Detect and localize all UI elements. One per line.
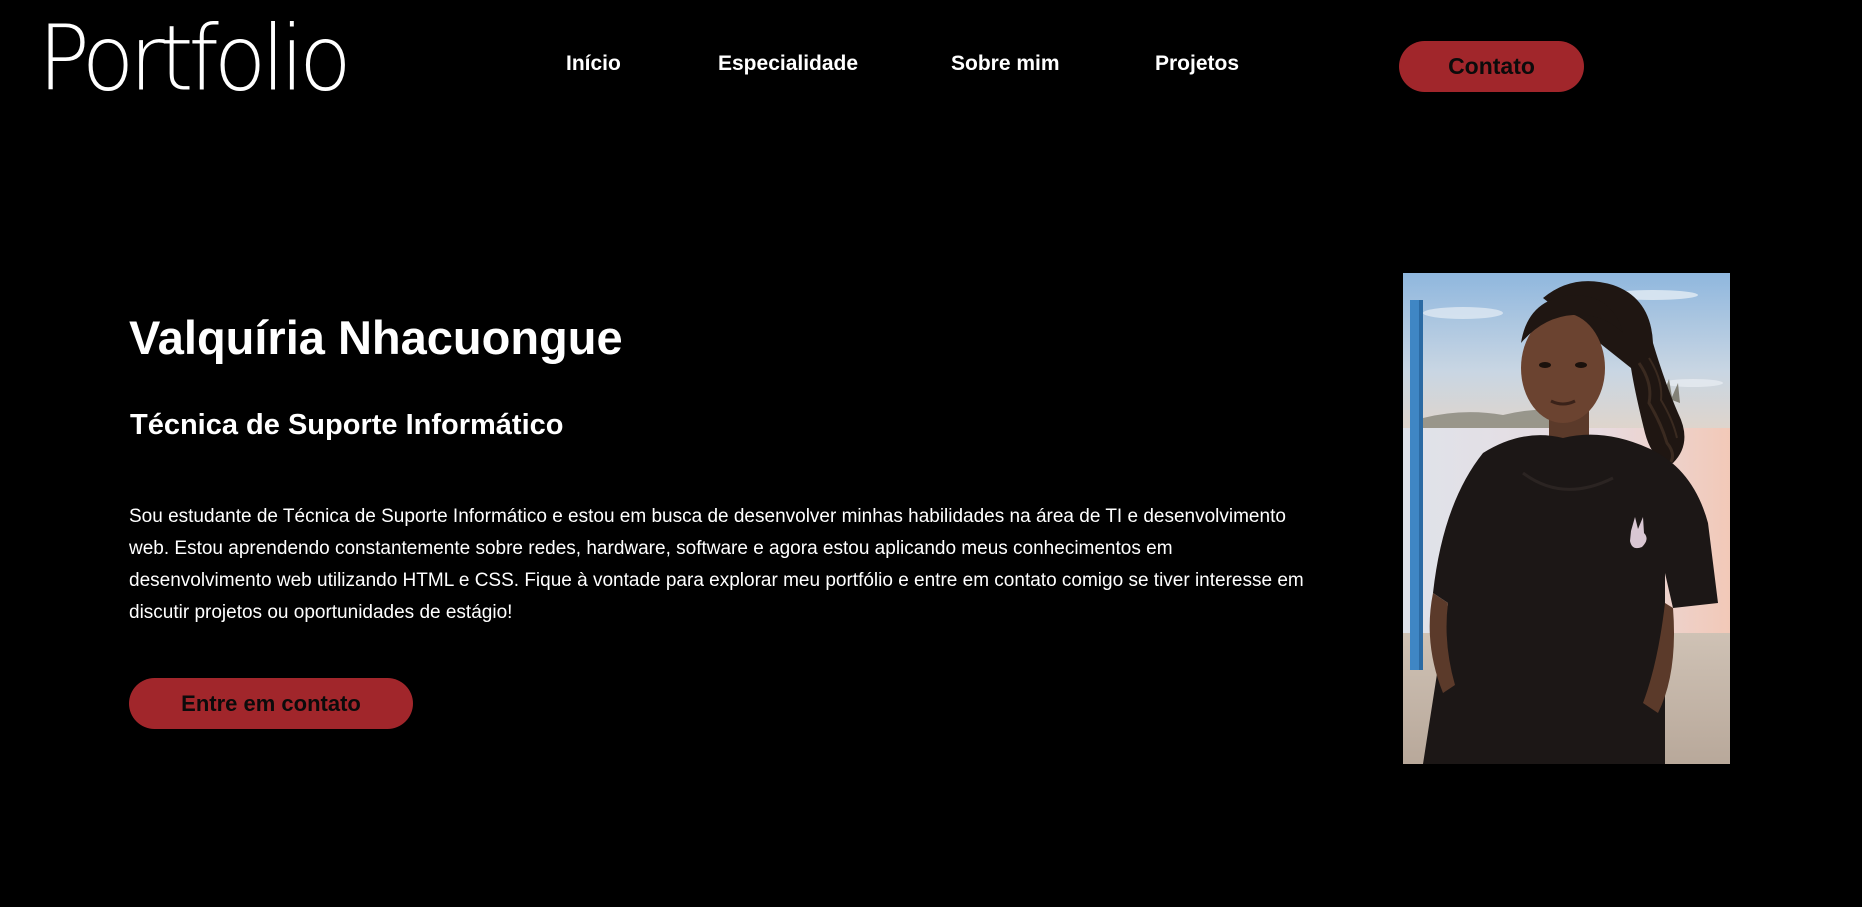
hero-role: Técnica de Suporte Informático <box>130 409 564 441</box>
hero-name: Valquíria Nhacuongue <box>129 311 623 364</box>
nav-link-especialidade[interactable]: Especialidade <box>718 52 858 76</box>
nav-link-inicio[interactable]: Início <box>566 52 621 76</box>
profile-photo <box>1403 273 1730 764</box>
nav-link-projetos[interactable]: Projetos <box>1155 52 1239 76</box>
nav-link-sobre-mim[interactable]: Sobre mim <box>951 52 1060 76</box>
portfolio-page: Portfolio Início Especialidade Sobre mim… <box>0 0 1862 907</box>
hero-description: Sou estudante de Técnica de Suporte Info… <box>129 506 1304 623</box>
contact-nav-button[interactable]: Contato <box>1399 41 1584 92</box>
get-in-touch-button[interactable]: Entre em contato <box>129 678 413 729</box>
profile-photo-illustration <box>1403 273 1730 764</box>
